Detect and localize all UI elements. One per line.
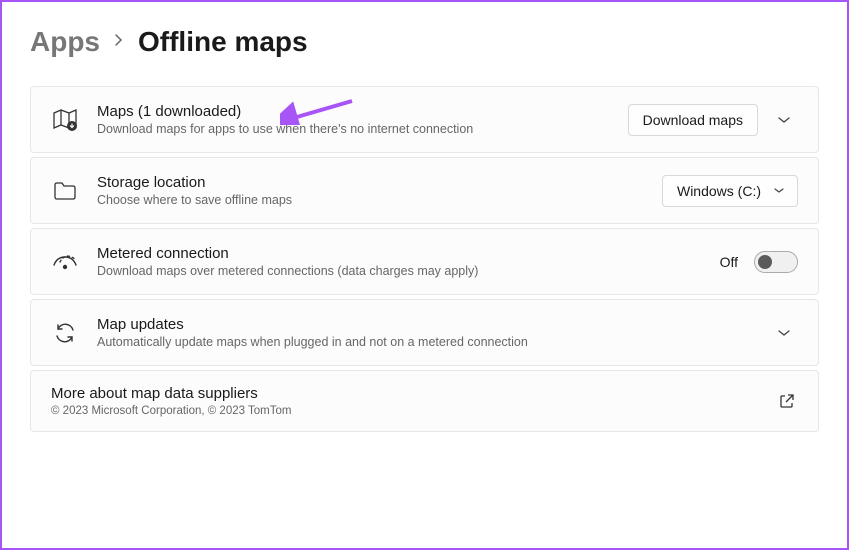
updates-card: Map updates Automatically update maps wh… xyxy=(30,299,819,366)
updates-subtitle: Automatically update maps when plugged i… xyxy=(97,335,752,349)
metered-title: Metered connection xyxy=(97,245,702,262)
maps-card: Maps (1 downloaded) Download maps for ap… xyxy=(30,86,819,153)
suppliers-card[interactable]: More about map data suppliers © 2023 Mic… xyxy=(30,370,819,432)
folder-icon xyxy=(51,177,79,205)
expand-button[interactable] xyxy=(770,319,798,347)
suppliers-title: More about map data suppliers xyxy=(51,385,758,402)
toggle-knob xyxy=(758,255,772,269)
external-link-icon xyxy=(776,390,798,412)
storage-dropdown[interactable]: Windows (C:) xyxy=(662,175,798,207)
updates-title: Map updates xyxy=(97,316,752,333)
breadcrumb: Apps Offline maps xyxy=(30,26,819,58)
maps-subtitle: Download maps for apps to use when there… xyxy=(97,122,610,136)
storage-subtitle: Choose where to save offline maps xyxy=(97,193,644,207)
metered-toggle[interactable] xyxy=(754,251,798,273)
chevron-down-icon xyxy=(773,187,785,194)
suppliers-subtitle: © 2023 Microsoft Corporation, © 2023 Tom… xyxy=(51,405,758,417)
chevron-right-icon xyxy=(114,33,124,52)
storage-card: Storage location Choose where to save of… xyxy=(30,157,819,224)
metered-card: Metered connection Download maps over me… xyxy=(30,228,819,295)
toggle-label: Off xyxy=(720,254,738,270)
storage-title: Storage location xyxy=(97,174,644,191)
download-maps-button[interactable]: Download maps xyxy=(628,104,758,136)
expand-button[interactable] xyxy=(770,106,798,134)
sync-icon xyxy=(51,319,79,347)
breadcrumb-parent[interactable]: Apps xyxy=(30,26,100,58)
page-title: Offline maps xyxy=(138,26,308,58)
metered-icon xyxy=(51,248,79,276)
metered-subtitle: Download maps over metered connections (… xyxy=(97,264,702,278)
storage-dropdown-label: Windows (C:) xyxy=(677,183,761,199)
map-download-icon xyxy=(51,106,79,134)
maps-title: Maps (1 downloaded) xyxy=(97,103,610,120)
